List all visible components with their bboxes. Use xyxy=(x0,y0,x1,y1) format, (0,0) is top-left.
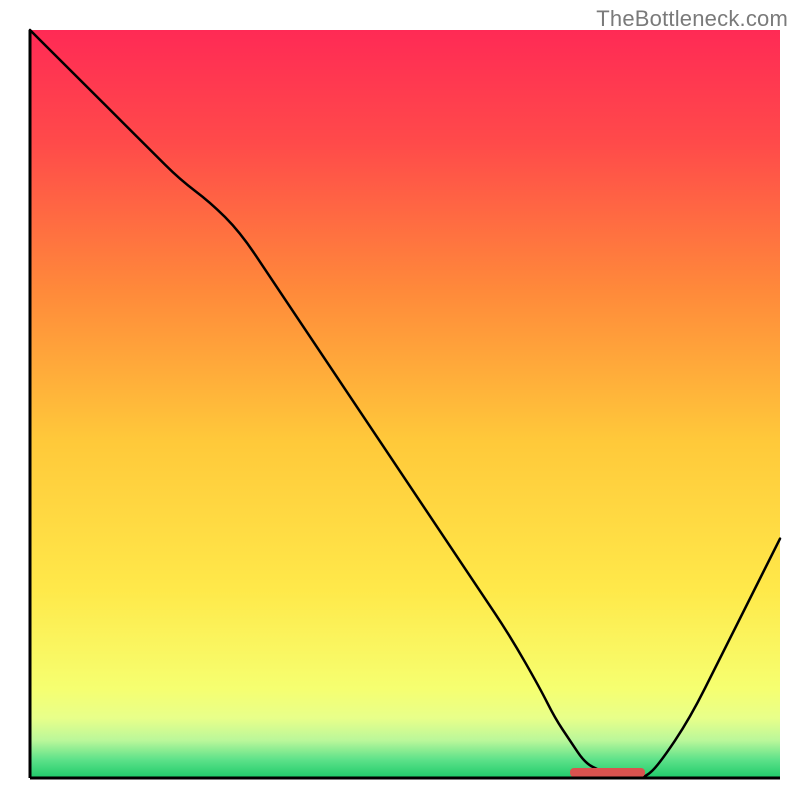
chart-container: TheBottleneck.com xyxy=(0,0,800,800)
watermark-text: TheBottleneck.com xyxy=(596,6,788,32)
bottleneck-chart xyxy=(0,0,800,800)
optimal-range-marker xyxy=(570,768,645,777)
plot-area xyxy=(30,30,780,778)
